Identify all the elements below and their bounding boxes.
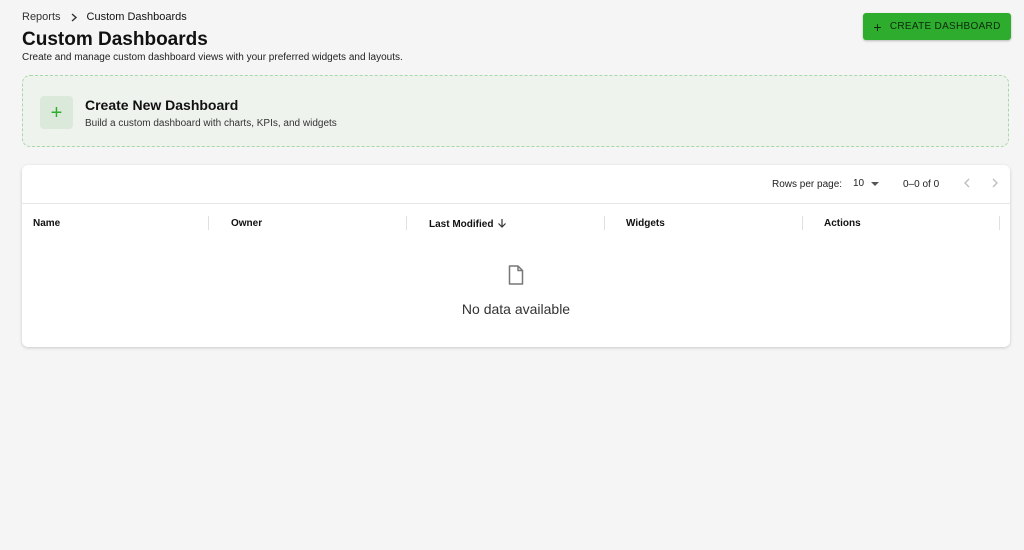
create-new-dashboard-title: Create New Dashboard — [85, 97, 239, 113]
page-title: Custom Dashboards — [22, 29, 208, 50]
create-new-dashboard-card[interactable]: + Create New Dashboard Build a custom da… — [22, 75, 1009, 147]
plus-icon: + — [40, 96, 73, 129]
rows-per-page-label: Rows per page: — [772, 179, 843, 190]
column-header-widgets[interactable]: Widgets — [626, 218, 665, 229]
column-header-label: Owner — [231, 218, 263, 229]
table-header: Name Owner Last Modified Widgets Actions — [22, 204, 1010, 244]
column-separator[interactable] — [604, 216, 605, 230]
empty-state: No data available — [22, 265, 1010, 317]
rows-per-page-select[interactable]: 10 — [853, 178, 880, 189]
column-separator[interactable] — [999, 216, 1000, 230]
chevron-right-icon[interactable] — [987, 175, 1003, 191]
column-separator[interactable] — [406, 216, 407, 230]
breadcrumb-link-reports[interactable]: Reports — [22, 11, 61, 23]
column-header-label: Actions — [824, 218, 861, 229]
column-header-owner[interactable]: Owner — [231, 218, 262, 229]
dashboards-table: Rows per page: 10 0–0 of 0 Name Owner La… — [22, 165, 1010, 347]
chevron-left-icon[interactable] — [959, 175, 975, 191]
column-header-last-modified[interactable]: Last Modified — [429, 218, 507, 231]
caret-down-icon — [871, 181, 880, 186]
page-subtitle: Create and manage custom dashboard views… — [22, 52, 403, 63]
arrow-down-icon — [497, 218, 507, 231]
column-header-label: Last Modified — [429, 219, 494, 230]
pagination-range: 0–0 of 0 — [903, 179, 940, 190]
chevron-right-icon — [70, 12, 78, 22]
column-header-label: Widgets — [626, 218, 665, 229]
column-header-actions[interactable]: Actions — [824, 218, 861, 229]
create-new-dashboard-description: Build a custom dashboard with charts, KP… — [85, 118, 337, 129]
column-header-name[interactable]: Name — [33, 218, 60, 229]
plus-icon: + — [873, 18, 882, 35]
breadcrumb: Reports Custom Dashboards — [22, 11, 187, 23]
column-separator[interactable] — [802, 216, 803, 230]
column-separator[interactable] — [208, 216, 209, 230]
breadcrumb-current: Custom Dashboards — [86, 11, 187, 23]
empty-state-message: No data available — [461, 301, 571, 317]
create-dashboard-button[interactable]: + CREATE DASHBOARD — [863, 13, 1011, 40]
create-dashboard-label: CREATE DASHBOARD — [889, 21, 1001, 32]
pagination: Rows per page: 10 0–0 of 0 — [22, 165, 1010, 203]
column-header-label: Name — [33, 218, 61, 229]
rows-per-page-value: 10 — [853, 178, 865, 189]
document-icon — [22, 265, 1010, 290]
